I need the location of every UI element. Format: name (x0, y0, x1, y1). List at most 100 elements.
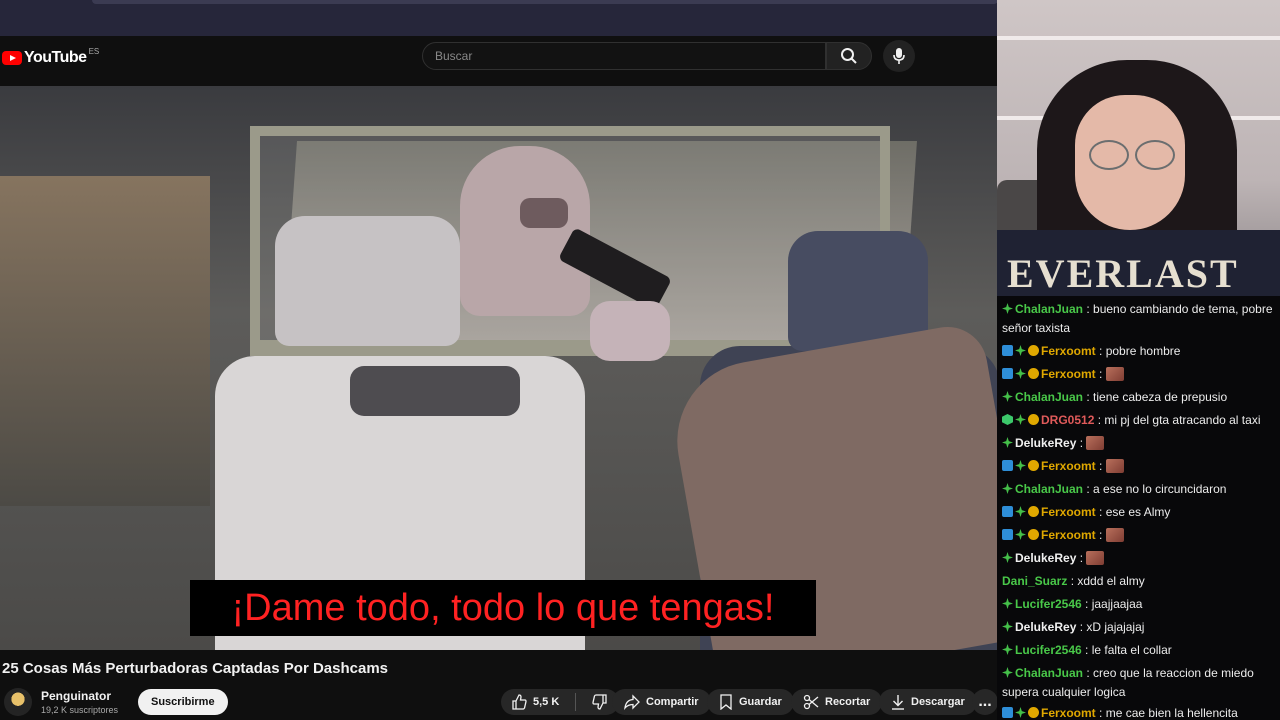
green-badge-icon (1015, 707, 1026, 718)
channel-name[interactable]: Penguinator (41, 689, 111, 703)
share-button[interactable]: Compartir (612, 689, 711, 715)
channel-avatar[interactable] (4, 688, 32, 716)
search-input[interactable]: Buscar (422, 42, 826, 70)
subscriber-count: 19,2 K suscriptores (41, 705, 119, 715)
streamer-webcam: EVERLAST (997, 0, 1280, 300)
clip-button[interactable]: Recortar (791, 689, 883, 715)
video-player[interactable]: ¡Dame todo, todo lo que tengas! (0, 86, 997, 650)
chat-username[interactable]: DelukeRey (1015, 620, 1076, 634)
gold-badge-icon (1028, 707, 1039, 718)
shirt-print: EVERLAST (1007, 251, 1239, 296)
green-badge-icon (1002, 621, 1013, 632)
channel-row: Penguinator 19,2 K suscriptores Suscribi… (0, 684, 998, 720)
thumbs-down-icon (592, 694, 607, 710)
like-divider (575, 693, 577, 711)
robber-mask (520, 198, 568, 228)
browser-strip (0, 0, 998, 36)
gold-badge-icon (1028, 529, 1039, 540)
download-button[interactable]: Descargar (879, 689, 977, 715)
chat-separator: : (1081, 643, 1092, 657)
blue-badge-icon (1002, 529, 1013, 540)
youtube-header: YouTube ES Buscar (0, 36, 997, 86)
chat-username[interactable]: DRG0512 (1041, 413, 1094, 427)
green-badge-icon (1015, 345, 1026, 356)
green-badge-icon (1015, 414, 1026, 425)
chat-username[interactable]: Ferxoomt (1041, 459, 1096, 473)
chat-message: ChalanJuan : tiene cabeza de prepusio (1002, 388, 1278, 407)
chat-text: a ese no lo circuncidaron (1093, 482, 1227, 496)
robber-hand (590, 301, 670, 361)
green-badge-icon (1002, 644, 1013, 655)
blue-badge-icon (1002, 345, 1013, 356)
youtube-logo[interactable]: YouTube ES (2, 47, 99, 69)
like-dislike-group: 5,5 K (501, 689, 619, 715)
shelf (997, 36, 1280, 40)
green-badge-icon (1002, 483, 1013, 494)
chat-username[interactable]: ChalanJuan (1015, 482, 1083, 496)
chat-emote-icon (1086, 436, 1105, 450)
chat-message: DelukeRey : (1002, 434, 1278, 453)
chat-separator: : (1067, 574, 1078, 588)
chat-separator: : (1095, 706, 1106, 720)
more-actions-button[interactable]: ... (972, 689, 998, 715)
like-count: 5,5 K (533, 696, 560, 708)
chat-text: le falta el collar (1091, 643, 1172, 657)
green-badge-icon (1002, 437, 1013, 448)
chat-text: mi pj del gta atracando al taxi (1104, 413, 1261, 427)
save-button[interactable]: Guardar (707, 689, 794, 715)
glasses-right-lens (1135, 140, 1175, 170)
chat-separator: : (1076, 620, 1087, 634)
chat-username[interactable]: ChalanJuan (1015, 666, 1083, 680)
chat-message: Ferxoomt : (1002, 526, 1278, 545)
chat-message: Ferxoomt : pobre hombre (1002, 342, 1278, 361)
download-icon (892, 695, 904, 710)
green-badge-icon (1015, 460, 1026, 471)
chat-message: Ferxoomt : ese es Almy (1002, 503, 1278, 522)
chat-emote-icon (1105, 367, 1124, 381)
chat-username[interactable]: DelukeRey (1015, 551, 1076, 565)
chat-message: Lucifer2546 : jaajjaajaa (1002, 595, 1278, 614)
chat-separator: : (1095, 367, 1106, 381)
blue-badge-icon (1002, 707, 1013, 718)
region-code: ES (88, 47, 100, 56)
chat-emote-icon (1105, 528, 1124, 542)
chat-separator: : (1095, 344, 1106, 358)
subscribe-button[interactable]: Suscribirme (138, 689, 228, 715)
chat-separator: : (1095, 505, 1106, 519)
gold-badge-icon (1028, 345, 1039, 356)
chat-separator: : (1095, 459, 1106, 473)
chat-separator: : (1076, 436, 1087, 450)
chat-username[interactable]: Lucifer2546 (1015, 643, 1082, 657)
download-label: Descargar (911, 696, 965, 708)
chat-username[interactable]: Ferxoomt (1041, 344, 1096, 358)
car-side-window (0, 176, 210, 506)
chat-separator: : (1083, 302, 1094, 316)
chat-username[interactable]: Ferxoomt (1041, 505, 1096, 519)
chat-username[interactable]: Dani_Suarz (1002, 574, 1067, 588)
chat-username[interactable]: Ferxoomt (1041, 528, 1096, 542)
blue-badge-icon (1002, 368, 1013, 379)
green-badge-icon (1015, 368, 1026, 379)
gold-badge-icon (1028, 414, 1039, 425)
voice-search-button[interactable] (883, 40, 915, 72)
chat-message: Dani_Suarz : xddd el almy (1002, 572, 1278, 591)
live-chat: ChalanJuan : bueno cambiando de tema, po… (997, 296, 1280, 720)
clip-label: Recortar (825, 696, 871, 708)
chat-username[interactable]: Lucifer2546 (1015, 597, 1082, 611)
chat-message: Ferxoomt : (1002, 365, 1278, 384)
chat-username[interactable]: Ferxoomt (1041, 367, 1096, 381)
like-button[interactable]: 5,5 K (501, 689, 569, 715)
chat-text: jaajjaajaa (1091, 597, 1143, 611)
green-badge-icon (1002, 598, 1013, 609)
chat-text: tiene cabeza de prepusio (1093, 390, 1228, 404)
chat-message: Ferxoomt : (1002, 457, 1278, 476)
chat-username[interactable]: ChalanJuan (1015, 390, 1083, 404)
chat-text: xddd el almy (1077, 574, 1145, 588)
blue-badge-icon (1002, 506, 1013, 517)
chat-username[interactable]: DelukeRey (1015, 436, 1076, 450)
search-button[interactable] (826, 42, 872, 70)
chat-username[interactable]: ChalanJuan (1015, 302, 1083, 316)
chat-emote-icon (1086, 551, 1105, 565)
search-icon (841, 48, 857, 64)
chat-username[interactable]: Ferxoomt (1041, 706, 1096, 720)
